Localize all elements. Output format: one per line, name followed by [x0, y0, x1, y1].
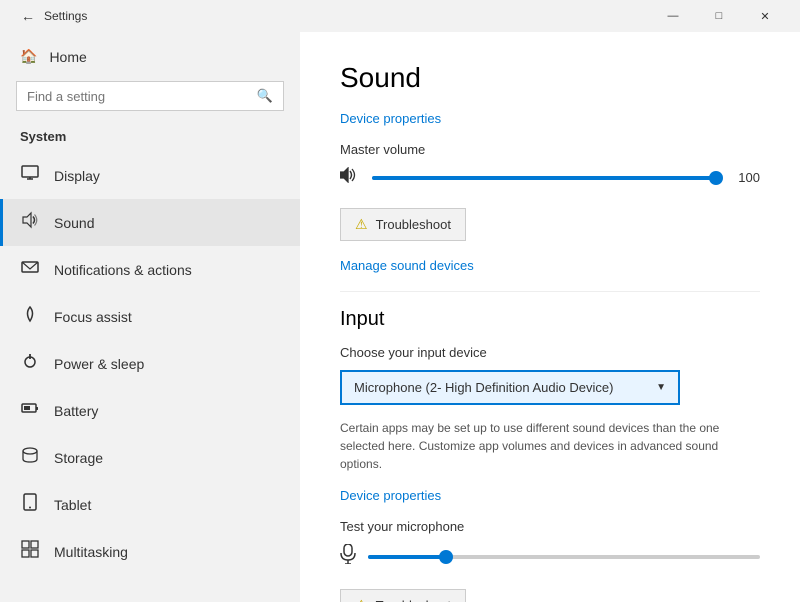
master-volume-label: Master volume [340, 142, 760, 157]
sidebar-item-focus[interactable]: Focus assist [0, 293, 300, 340]
battery-icon [20, 399, 40, 422]
page-title: Sound [340, 62, 760, 94]
input-device-value: Microphone (2- High Definition Audio Dev… [354, 380, 613, 395]
chevron-down-icon: ▼ [656, 382, 666, 393]
warning-icon: ⚠ [355, 216, 368, 233]
microphone-icon [340, 544, 356, 569]
mic-slider-row [340, 544, 760, 569]
maximize-button[interactable]: □ [696, 0, 742, 32]
manage-sound-devices-link[interactable]: Manage sound devices [340, 258, 474, 273]
notifications-icon [20, 258, 40, 281]
multitasking-icon [20, 540, 40, 563]
titlebar: ← Settings — □ ✕ [0, 0, 800, 32]
sidebar-item-tablet[interactable]: Tablet [0, 481, 300, 528]
close-button[interactable]: ✕ [742, 0, 788, 32]
info-text: Certain apps may be set up to use differ… [340, 419, 760, 473]
troubleshoot-label: Troubleshoot [376, 217, 451, 232]
sidebar-item-battery[interactable]: Battery [0, 387, 300, 434]
input-device-dropdown[interactable]: Microphone (2- High Definition Audio Dev… [340, 370, 680, 405]
focus-icon [20, 305, 40, 328]
volume-icon [340, 167, 360, 188]
power-icon [20, 352, 40, 375]
sidebar-item-storage[interactable]: Storage [0, 434, 300, 481]
sidebar-home-label: Home [49, 49, 86, 65]
search-icon[interactable]: 🔍 [257, 88, 273, 104]
content-area: Sound Device properties Master volume 10… [300, 32, 800, 602]
sidebar-item-power-label: Power & sleep [54, 356, 144, 372]
sidebar-item-display[interactable]: Display [0, 152, 300, 199]
sidebar-item-focus-label: Focus assist [54, 309, 132, 325]
input-troubleshoot-label: Troubleshoot [376, 598, 451, 602]
volume-slider[interactable] [372, 176, 716, 180]
sidebar-item-multitasking[interactable]: Multitasking [0, 528, 300, 575]
input-warning-icon: ⚠ [355, 597, 368, 602]
sidebar-item-multitasking-label: Multitasking [54, 544, 128, 560]
sidebar-item-display-label: Display [54, 168, 100, 184]
mic-test-slider[interactable] [368, 555, 760, 559]
input-device-label: Choose your input device [340, 345, 760, 360]
sidebar-item-sound[interactable]: Sound [0, 199, 300, 246]
sidebar-item-notifications[interactable]: Notifications & actions [0, 246, 300, 293]
tablet-icon [20, 493, 40, 516]
titlebar-title: Settings [44, 9, 650, 23]
search-box: 🔍 [16, 81, 284, 111]
sound-icon [20, 211, 40, 234]
input-troubleshoot-button[interactable]: ⚠ Troubleshoot [340, 589, 466, 602]
input-device-properties-link[interactable]: Device properties [340, 488, 441, 503]
device-properties-link[interactable]: Device properties [340, 111, 441, 126]
storage-icon [20, 446, 40, 469]
sidebar-section-title: System [0, 123, 300, 152]
back-button[interactable]: ← [12, 0, 44, 32]
display-icon [20, 164, 40, 187]
sidebar-item-sound-label: Sound [54, 215, 94, 231]
test-mic-label: Test your microphone [340, 519, 760, 534]
home-icon: 🏠 [20, 48, 37, 65]
minimize-button[interactable]: — [650, 0, 696, 32]
sidebar-item-storage-label: Storage [54, 450, 103, 466]
sidebar-item-battery-label: Battery [54, 403, 98, 419]
section-divider [340, 291, 760, 292]
sidebar-home-button[interactable]: 🏠 Home [0, 36, 300, 77]
volume-row: 100 [340, 167, 760, 188]
sidebar: 🏠 Home 🔍 System Display [0, 32, 300, 602]
volume-value: 100 [728, 170, 760, 185]
sidebar-item-notifications-label: Notifications & actions [54, 262, 192, 278]
window-controls: — □ ✕ [650, 0, 788, 32]
input-section-title: Input [340, 308, 760, 331]
sidebar-item-tablet-label: Tablet [54, 497, 91, 513]
search-input[interactable] [27, 89, 249, 104]
sidebar-item-power[interactable]: Power & sleep [0, 340, 300, 387]
troubleshoot-button[interactable]: ⚠ Troubleshoot [340, 208, 466, 241]
app-container: 🏠 Home 🔍 System Display [0, 32, 800, 602]
